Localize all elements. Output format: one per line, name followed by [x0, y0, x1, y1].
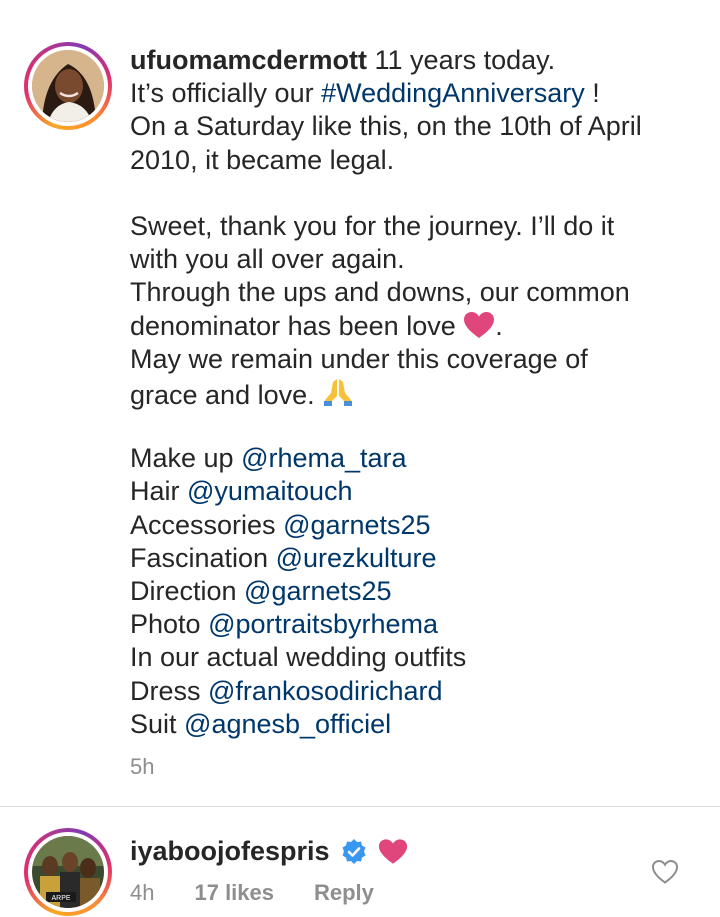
caption-line: denominator has been love . [130, 310, 700, 343]
credit-line: Direction @garnets25 [130, 575, 700, 608]
caption-text: Sweet, thank you for the journey. I’ll d… [130, 210, 615, 241]
caption-text: Through the ups and downs, our common [130, 277, 630, 308]
mention-link[interactable]: @garnets25 [244, 576, 392, 606]
credit-label: Photo [130, 609, 209, 640]
mention-link[interactable]: @agnesb_officiel [184, 709, 391, 739]
caption-text: with you all over again. [130, 244, 405, 275]
credit-line: Accessories @garnets25 [130, 509, 700, 542]
comment-author-avatar[interactable]: ARPE [24, 828, 112, 916]
divider [0, 806, 720, 807]
avatar-portrait-icon [32, 50, 104, 122]
caption-line: with you all over again. [130, 243, 700, 276]
svg-text:ARPE: ARPE [51, 895, 70, 902]
caption-line: May we remain under this coverage of [130, 343, 700, 376]
caption-text: denominator has been love [130, 310, 464, 341]
caption-line: In our actual wedding outfits [130, 641, 700, 674]
comment-meta: 4h 17 likes Reply [130, 880, 374, 906]
caption-line: 2010, it became legal. [130, 144, 700, 177]
caption-text: 2010, it became legal. [130, 144, 395, 175]
comment-timestamp: 4h [130, 880, 155, 905]
caption-line: ufuomamcdermott 11 years today. [130, 44, 700, 77]
caption-text: grace and love. [130, 379, 323, 410]
credit-label: Fascination [130, 542, 276, 573]
credit-label: Accessories [130, 509, 284, 540]
caption-text: . [495, 310, 503, 341]
credit-label: Hair [130, 476, 188, 507]
mention-link[interactable]: @frankosodirichard [208, 676, 443, 706]
credit-line: Hair @yumaitouch [130, 475, 700, 508]
caption-line: It’s officially our #WeddingAnniversary … [130, 77, 700, 110]
credit-line: Fascination @urezkulture [130, 542, 700, 575]
credit-label: Make up [130, 443, 242, 474]
avatar-group-photo-icon: ARPE [32, 836, 104, 908]
post-caption: ufuomamcdermott 11 years today. It’s off… [130, 44, 700, 741]
comment-username[interactable]: iyaboojofespris [130, 836, 330, 867]
mention-link[interactable]: @rhema_tara [241, 443, 406, 473]
caption-line: On a Saturday like this, on the 10th of … [130, 110, 700, 143]
caption-text: 11 years today. [367, 45, 556, 75]
mention-link[interactable]: @yumaitouch [187, 476, 352, 506]
post-username[interactable]: ufuomamcdermott [130, 45, 367, 75]
heart-emoji-icon [463, 311, 495, 347]
comment-header: iyaboojofespris [130, 836, 408, 867]
caption-text: On a Saturday like this, on the 10th of … [130, 111, 642, 142]
praying-hands-emoji-icon [322, 376, 354, 416]
credit-line: Dress @frankosodirichard [130, 675, 700, 708]
comment-likes-count[interactable]: 17 likes [194, 880, 274, 906]
caption-text: It’s officially our [130, 78, 322, 109]
reply-button[interactable]: Reply [314, 880, 374, 906]
avatar-ring-inner [28, 46, 108, 126]
caption-text: ! [584, 78, 600, 109]
mention-link[interactable]: @urezkulture [276, 543, 437, 573]
avatar-ring-inner: ARPE [28, 832, 108, 912]
credit-line: Photo @portraitsbyrhema [130, 608, 700, 641]
credit-line: Make up @rhema_tara [130, 442, 700, 475]
credit-label: Suit [130, 708, 185, 739]
caption-line: Sweet, thank you for the journey. I’ll d… [130, 210, 700, 243]
heart-emoji-icon [378, 839, 407, 864]
caption-line: grace and love. [130, 376, 700, 410]
mention-link[interactable]: @portraitsbyrhema [208, 609, 438, 639]
heart-outline-icon[interactable] [651, 858, 679, 886]
mention-link[interactable]: @garnets25 [283, 510, 431, 540]
credit-line: Suit @agnesb_officiel [130, 708, 700, 741]
verified-badge-icon [342, 838, 366, 864]
hashtag-link[interactable]: #WeddingAnniversary [321, 78, 585, 108]
caption-line: Through the ups and downs, our common [130, 276, 700, 309]
credit-label: Dress [130, 675, 209, 706]
post-timestamp: 5h [130, 754, 155, 779]
credit-label: Direction [130, 576, 245, 606]
post-author-avatar[interactable] [24, 42, 112, 130]
caption-text: In our actual wedding outfits [130, 642, 467, 673]
caption-text: May we remain under this coverage of [130, 343, 588, 374]
avatar-photo [32, 50, 104, 122]
avatar-photo: ARPE [32, 836, 104, 908]
